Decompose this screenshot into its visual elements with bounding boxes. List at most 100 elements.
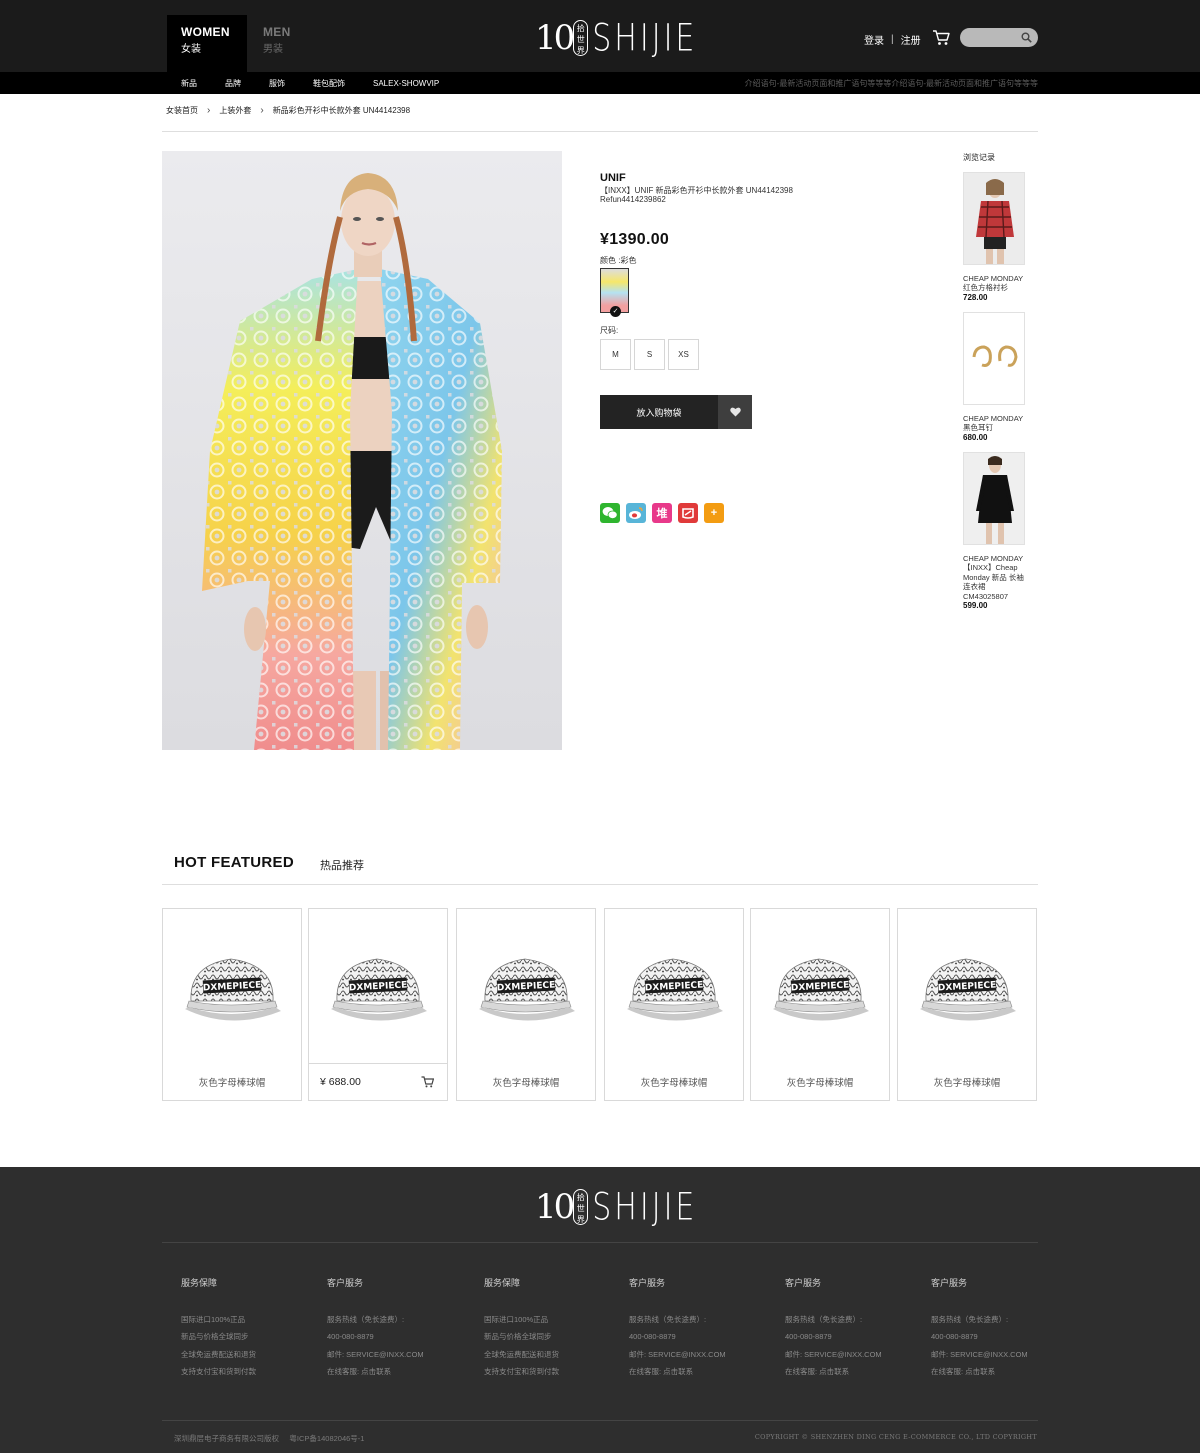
footer-link[interactable]: 400-080-8879 xyxy=(327,1328,424,1345)
footer-logo[interactable]: 10 拾世界 SHIJIE xyxy=(535,1185,697,1229)
duitang-icon[interactable]: 堆 xyxy=(652,503,672,523)
search-icon[interactable] xyxy=(1021,32,1032,43)
footer-column-heading: 客户服务 xyxy=(629,1278,666,1288)
footer-link[interactable]: 邮件: SERVICE@INXX.COM xyxy=(629,1346,726,1363)
chevron-right-icon: › xyxy=(260,105,264,116)
wishlist-button[interactable] xyxy=(718,395,752,429)
hot-product-card[interactable]: DXMEPIECE 灰色字母棒球帽 xyxy=(456,908,596,1101)
hot-product-card[interactable]: DXMEPIECE 灰色字母棒球帽 xyxy=(162,908,302,1101)
share-bar: 堆 + xyxy=(600,503,730,523)
footer-company: 深圳鼎层电子商务有限公司版权 粤ICP备14082046号-1 xyxy=(174,1433,364,1444)
search-input[interactable] xyxy=(968,30,1020,45)
history-item-image[interactable] xyxy=(963,172,1025,265)
qzone-icon[interactable] xyxy=(678,503,698,523)
logo-digits: 10 xyxy=(535,18,575,58)
history-item-image[interactable] xyxy=(963,452,1025,545)
divider xyxy=(162,1420,1038,1421)
cap-image: DXMEPIECE xyxy=(627,958,723,1021)
hot-product-card[interactable]: DXMEPIECE 灰色字母棒球帽 xyxy=(897,908,1037,1101)
footer-link[interactable]: 在线客服: 点击联系 xyxy=(629,1363,726,1380)
weibo-icon[interactable] xyxy=(626,503,646,523)
history-item-brand: CHEAP MONDAY xyxy=(963,554,1024,563)
size-option-xs[interactable]: XS xyxy=(668,339,699,370)
hot-product-name[interactable]: 灰色字母棒球帽 xyxy=(898,1075,1036,1089)
history-item[interactable]: CHEAP MONDAY 黑色耳钉 680.00 xyxy=(963,312,1027,443)
footer-link[interactable]: 新品与价格全球同步 xyxy=(484,1328,559,1345)
history-item-price: 680.00 xyxy=(963,432,988,442)
footer-link[interactable]: 400-080-8879 xyxy=(629,1328,726,1345)
size-option-m[interactable]: M xyxy=(600,339,631,370)
tab-women-sublabel: 女装 xyxy=(181,44,201,55)
hot-product-name[interactable]: 灰色字母棒球帽 xyxy=(457,1075,595,1089)
tab-women[interactable]: WOMEN 女装 xyxy=(167,15,247,72)
history-item-brand: CHEAP MONDAY xyxy=(963,274,1024,283)
footer-link[interactable]: 全球免运费配送和退货 xyxy=(484,1346,559,1363)
footer-column-heading: 客户服务 xyxy=(931,1278,968,1288)
footer-link[interactable]: 服务热线（免长途费）: xyxy=(785,1311,882,1328)
tab-men-label: MEN xyxy=(263,25,291,39)
footer-link[interactable]: 全球免运费配送和退货 xyxy=(181,1346,256,1363)
hot-product-card[interactable]: DXMEPIECE 灰色字母棒球帽 xyxy=(604,908,744,1101)
nav-item-sale[interactable]: SALEX-SHOWVIP xyxy=(373,79,439,88)
size-option-s[interactable]: S xyxy=(634,339,665,370)
color-label: 颜色 :彩色 xyxy=(600,256,637,265)
breadcrumb-home[interactable]: 女装首页 xyxy=(166,105,198,116)
auth-separator: | xyxy=(891,34,894,45)
card-divider xyxy=(309,1063,447,1064)
hot-product-card[interactable]: DXMEPIECE 灰色字母棒球帽 xyxy=(750,908,890,1101)
site-logo[interactable]: 10 拾世界 SHIJIE xyxy=(535,16,697,60)
nav-item-new[interactable]: 新品 xyxy=(181,78,197,89)
product-brand[interactable]: UNIF xyxy=(600,172,626,184)
more-share-icon[interactable]: + xyxy=(704,503,724,523)
footer-link[interactable]: 在线客服: 点击联系 xyxy=(785,1363,882,1380)
register-link[interactable]: 注册 xyxy=(901,32,921,47)
login-link[interactable]: 登录 xyxy=(864,32,884,47)
divider xyxy=(162,884,1038,885)
history-item-brand: CHEAP MONDAY xyxy=(963,414,1024,423)
footer-link[interactable]: 服务热线（免长途费）: xyxy=(931,1311,1028,1328)
nav-item-brands[interactable]: 品牌 xyxy=(225,78,241,89)
hot-product-name[interactable]: 灰色字母棒球帽 xyxy=(163,1075,301,1089)
logo-seal: 拾世界 xyxy=(573,1189,589,1225)
footer-link[interactable]: 支持支付宝和货到付款 xyxy=(181,1363,256,1380)
tab-men-sublabel: 男装 xyxy=(263,44,283,55)
hot-product-name[interactable]: 灰色字母棒球帽 xyxy=(605,1075,743,1089)
footer-link[interactable]: 在线客服: 点击联系 xyxy=(931,1363,1028,1380)
footer-link[interactable]: 邮件: SERVICE@INXX.COM xyxy=(785,1346,882,1363)
wechat-icon[interactable] xyxy=(600,503,620,523)
breadcrumb-category[interactable]: 上装外套 xyxy=(219,105,251,116)
nav-item-apparel[interactable]: 服饰 xyxy=(269,78,285,89)
shopping-cart-icon[interactable] xyxy=(932,29,950,46)
footer-link[interactable]: 服务热线（免长途费）: xyxy=(327,1311,424,1328)
footer-link[interactable]: 服务热线（免长途费）: xyxy=(629,1311,726,1328)
product-photo-illustration xyxy=(202,173,502,750)
history-item[interactable]: CHEAP MONDAY 红色方格衬衫 728.00 xyxy=(963,172,1027,303)
heart-icon xyxy=(729,407,741,417)
footer-link[interactable]: 邮件: SERVICE@INXX.COM xyxy=(327,1346,424,1363)
footer-column-heading: 服务保障 xyxy=(484,1278,521,1288)
add-to-cart-icon[interactable] xyxy=(421,1076,434,1088)
footer-link[interactable]: 400-080-8879 xyxy=(785,1328,882,1345)
main-nav: 新品 品牌 服饰 鞋包配饰 SALEX-SHOWVIP 介绍语句-最新活动页面和… xyxy=(0,72,1200,94)
color-swatch-selected[interactable]: ✓ xyxy=(600,268,629,317)
footer-link[interactable]: 国际进口100%正品 xyxy=(484,1311,559,1328)
footer-link[interactable]: 国际进口100%正品 xyxy=(181,1311,256,1328)
icp-number[interactable]: 粤ICP备14082046号-1 xyxy=(289,1434,364,1443)
nav-item-accessories[interactable]: 鞋包配饰 xyxy=(313,78,345,89)
product-main-image[interactable] xyxy=(162,151,562,750)
footer-link[interactable]: 在线客服: 点击联系 xyxy=(327,1363,424,1380)
nav-promo-text[interactable]: 介绍语句-最新活动页面和推广语句等等等介绍语句-最新活动页面和推广语句等等等 xyxy=(745,78,1038,89)
hot-product-name[interactable]: 灰色字母棒球帽 xyxy=(751,1075,889,1089)
footer-link[interactable]: 新品与价格全球同步 xyxy=(181,1328,256,1345)
footer-link[interactable]: 支持支付宝和货到付款 xyxy=(484,1363,559,1380)
footer-link[interactable]: 400-080-8879 xyxy=(931,1328,1028,1345)
top-header: WOMEN 女装 MEN 男装 10 拾世界 SHIJIE 登录 | 注册 xyxy=(0,0,1200,72)
tab-men[interactable]: MEN 男装 xyxy=(249,15,319,72)
history-item[interactable]: CHEAP MONDAY 【INXX】Cheap Monday 新品 长袖连衣裙… xyxy=(963,452,1027,611)
history-item-image[interactable] xyxy=(963,312,1025,405)
cap-image: DXMEPIECE xyxy=(331,958,427,1021)
add-to-cart-button[interactable]: 放入购物袋 xyxy=(600,395,718,429)
footer-link[interactable]: 邮件: SERVICE@INXX.COM xyxy=(931,1346,1028,1363)
hot-product-card[interactable]: DXMEPIECE ¥ 688.00 xyxy=(308,908,448,1101)
divider xyxy=(162,131,1038,132)
